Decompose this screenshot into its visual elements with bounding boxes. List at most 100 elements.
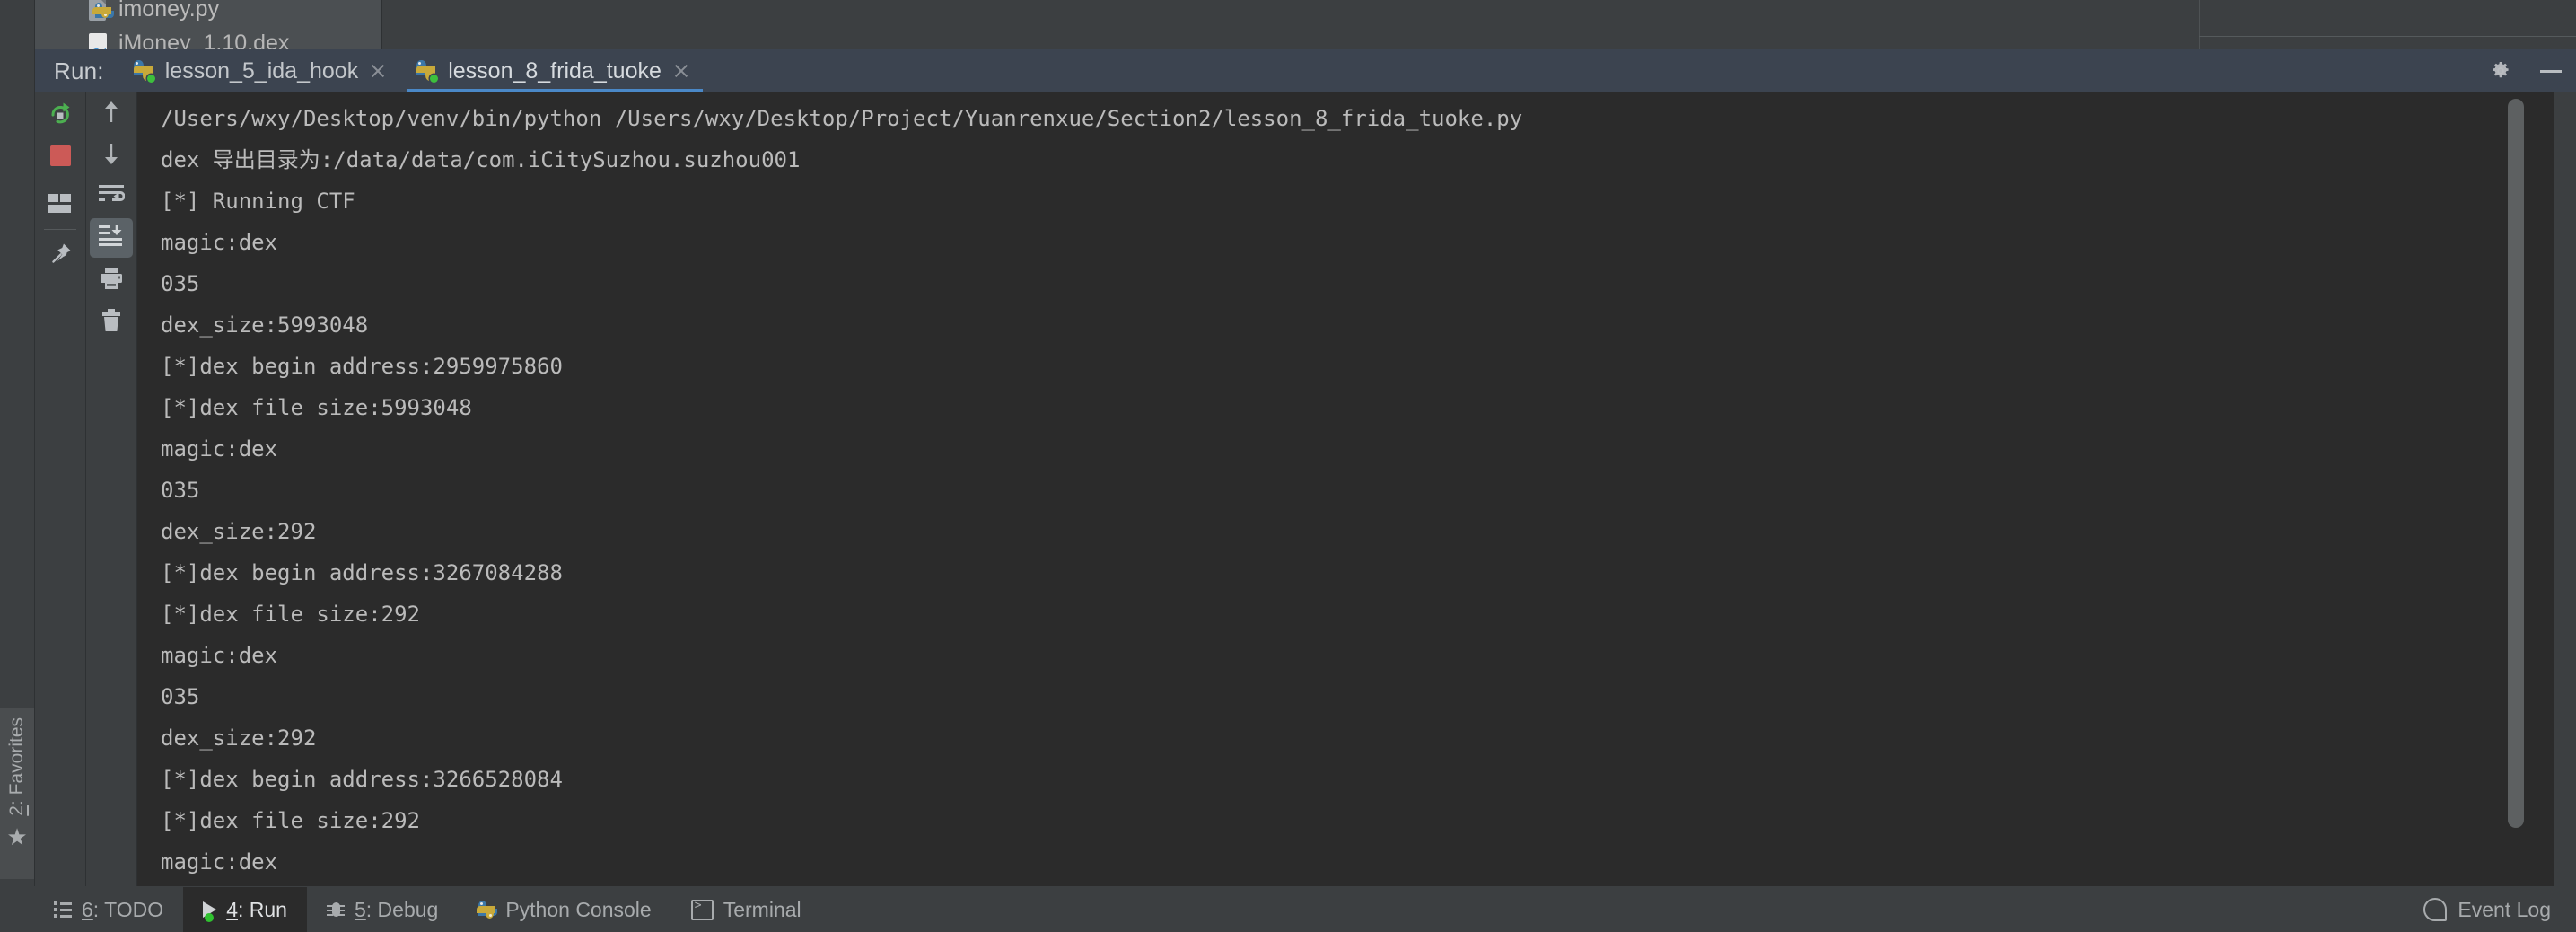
console-line: 035	[161, 684, 200, 709]
status-item-run[interactable]: 4: Run	[183, 887, 307, 932]
status-bar: 6: TODO 4: Run 5: Debug Python Console >…	[0, 887, 2576, 932]
tree-item-imoney-dex[interactable]: iMoney_1.10.dex	[89, 31, 289, 49]
console-output: /Users/wxy/Desktop/venv/bin/python /User…	[161, 98, 2554, 886]
settings-button[interactable]	[2475, 49, 2526, 92]
tree-divider	[381, 0, 382, 49]
scroll-to-end-icon	[98, 224, 125, 252]
console-line: [*]dex begin address:3266528084	[161, 767, 563, 792]
left-tool-rail: 2: Favorites ★	[0, 49, 35, 886]
stop-button[interactable]	[39, 136, 82, 175]
console-line: dex_size:292	[161, 519, 317, 544]
pin-tab-button[interactable]	[39, 236, 82, 276]
scroll-to-end-button[interactable]	[90, 218, 133, 258]
status-item-label: Terminal	[723, 897, 802, 921]
soft-wrap-icon	[98, 183, 126, 211]
python-run-icon	[133, 60, 155, 83]
console-outer-edge	[2554, 92, 2576, 886]
run-toolbar-primary	[35, 92, 85, 886]
status-item-terminal[interactable]: Terminal	[671, 887, 821, 932]
console-line: [*] Running CTF	[161, 189, 355, 214]
tree-item-imoney-py[interactable]: imoney.py	[89, 0, 219, 22]
layout-icon	[48, 193, 72, 218]
arrow-down-icon	[100, 141, 123, 171]
star-icon: ★	[6, 822, 28, 850]
console-line: magic:dex	[161, 643, 278, 668]
status-item-label: : TODO	[92, 897, 164, 921]
editor-tab-underline	[2199, 36, 2576, 37]
stop-icon	[49, 145, 71, 166]
run-play-icon	[203, 901, 217, 922]
sidebar-item-favorites[interactable]: 2: Favorites ★	[0, 708, 34, 879]
run-window-title: Run:	[54, 57, 104, 84]
python-run-icon	[416, 60, 439, 83]
clear-all-button[interactable]	[90, 303, 133, 342]
status-item-label: : Debug	[365, 897, 439, 921]
console-line: 035	[161, 883, 2554, 886]
print-icon	[99, 268, 124, 295]
console-line: 035	[161, 271, 200, 296]
event-log-label: Event Log	[2458, 897, 2551, 921]
run-tab-label: lesson_8_frida_tuoke	[448, 57, 662, 84]
editor-divider	[2199, 0, 2200, 49]
console-line: magic:dex	[161, 849, 278, 875]
console-line: [*]dex file size:5993048	[161, 395, 472, 420]
favorites-label: 2: Favorites	[6, 717, 28, 816]
tree-item-label: imoney.py	[118, 0, 220, 22]
console-line: dex 导出目录为:/data/data/com.iCitySuzhou.suz…	[161, 147, 801, 172]
project-tree-strip: imoney.py iMoney_1.10.dex	[0, 0, 2576, 49]
run-console[interactable]: /Users/wxy/Desktop/venv/bin/python /User…	[137, 92, 2554, 886]
run-toolbar-secondary	[86, 92, 136, 886]
console-line: [*]dex file size:292	[161, 808, 420, 833]
status-item-label: Python Console	[505, 897, 652, 921]
rerun-icon	[48, 100, 73, 129]
tree-item-label: iMoney_1.10.dex	[118, 31, 290, 49]
run-window-header: Run: lesson_5_ida_hook lesson_8_frida_tu…	[34, 49, 2576, 92]
down-button[interactable]	[90, 136, 133, 175]
console-line: 035	[161, 478, 200, 503]
close-icon[interactable]	[672, 62, 690, 80]
status-item-python-console[interactable]: Python Console	[458, 887, 670, 932]
favorites-shortcut: 2	[6, 805, 27, 816]
status-item-debug[interactable]: 5: Debug	[307, 887, 458, 932]
status-item-todo[interactable]: 6: TODO	[34, 887, 183, 932]
todo-list-icon	[54, 901, 72, 918]
trash-icon	[100, 308, 123, 338]
terminal-icon	[690, 899, 714, 920]
status-item-shortcut: 6	[82, 897, 93, 921]
tree-left-gutter	[0, 0, 35, 49]
console-line: [*]dex begin address:2959975860	[161, 354, 563, 379]
scrollbar-thumb[interactable]	[2508, 99, 2524, 828]
status-item-event-log[interactable]: Event Log	[2423, 898, 2576, 922]
run-tab-lesson-8-frida-tuoke[interactable]: lesson_8_frida_tuoke	[403, 49, 706, 92]
pin-icon	[48, 242, 73, 271]
pycharm-window: imoney.py iMoney_1.10.dex Run: lesson_5_…	[0, 0, 2576, 932]
console-scrollbar[interactable]	[2508, 96, 2524, 859]
toolbar-separator	[44, 229, 76, 230]
status-item-shortcut: 4	[226, 897, 238, 921]
close-icon[interactable]	[369, 62, 387, 80]
layout-button[interactable]	[39, 186, 82, 225]
header-spacer	[706, 49, 2475, 92]
run-tab-lesson-5-ida-hook[interactable]: lesson_5_ida_hook	[120, 49, 403, 92]
up-button[interactable]	[90, 94, 133, 134]
print-button[interactable]	[90, 261, 133, 301]
console-right-padding	[2531, 92, 2554, 886]
console-line: magic:dex	[161, 436, 278, 462]
soft-wrap-button[interactable]	[90, 177, 133, 216]
favorites-label-text: : Favorites	[6, 717, 27, 806]
document-file-icon	[89, 31, 110, 49]
debug-bug-icon	[326, 901, 345, 919]
console-line: [*]dex file size:292	[161, 602, 420, 627]
minimize-icon	[2540, 69, 2562, 73]
console-line: magic:dex	[161, 230, 278, 255]
event-log-icon	[2423, 898, 2448, 921]
rerun-button[interactable]	[39, 94, 82, 134]
console-line: [*]dex begin address:3267084288	[161, 560, 563, 585]
hide-window-button[interactable]	[2526, 49, 2576, 92]
python-icon	[477, 901, 498, 919]
console-line: /Users/wxy/Desktop/venv/bin/python /User…	[161, 106, 1523, 131]
status-item-label: : Run	[237, 897, 287, 921]
run-tab-label: lesson_5_ida_hook	[164, 57, 359, 84]
console-line: dex_size:5993048	[161, 312, 369, 338]
arrow-up-icon	[100, 100, 123, 129]
